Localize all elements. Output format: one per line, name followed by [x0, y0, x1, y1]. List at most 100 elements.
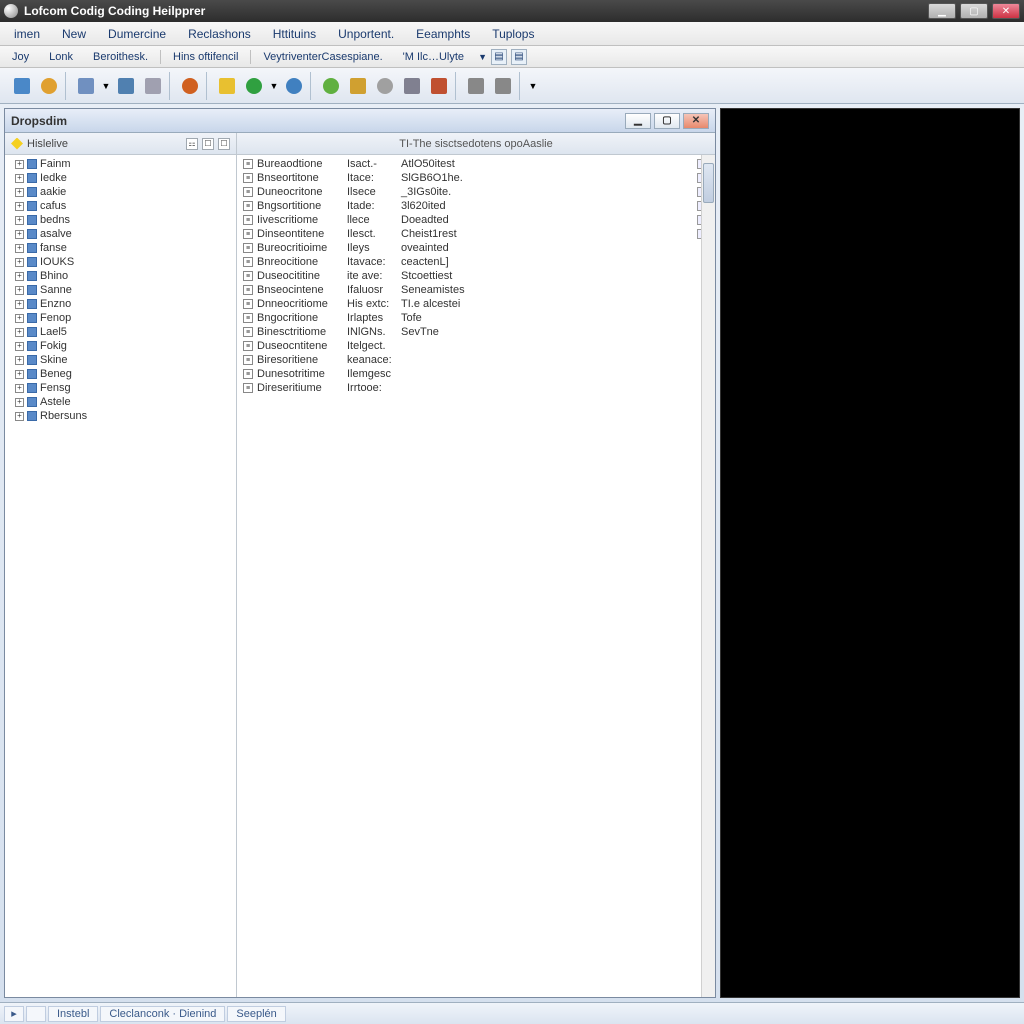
list-row[interactable]: ≡BinesctritiomeINlGNs.SevTne: [237, 325, 715, 339]
toolbar-btn-chart-icon[interactable]: [427, 74, 451, 98]
tree-item[interactable]: +Fainm: [5, 157, 236, 171]
expand-icon[interactable]: +: [15, 356, 24, 365]
expand-icon[interactable]: +: [15, 258, 24, 267]
expand-icon[interactable]: +: [15, 230, 24, 239]
menu-item-3[interactable]: Reclashons: [178, 24, 261, 44]
tree-item[interactable]: +Bhino: [5, 269, 236, 283]
minimize-button[interactable]: ▁: [928, 3, 956, 19]
menu-item-2[interactable]: Dumercine: [98, 24, 176, 44]
tree-item[interactable]: +Rbersuns: [5, 409, 236, 423]
link-item-4[interactable]: VeytriventerCasespiane.: [255, 49, 390, 65]
tree-tool-pin-icon[interactable]: ⚏: [186, 138, 198, 150]
expand-icon[interactable]: +: [15, 300, 24, 309]
toolbar-btn-gray-ball-icon[interactable]: [373, 74, 397, 98]
child-maximize-button[interactable]: ▢: [654, 113, 680, 129]
tree-item[interactable]: +bedns: [5, 213, 236, 227]
list-row[interactable]: ≡DuneocritoneIlsece_3IGs0ite.: [237, 185, 715, 199]
link-iconbtn-a[interactable]: ▤: [491, 49, 507, 65]
dropdown-arrow-icon[interactable]: ▼: [478, 52, 487, 62]
toolbar-btn-doc-icon[interactable]: [10, 74, 34, 98]
close-button[interactable]: ✕: [992, 3, 1020, 19]
expand-icon[interactable]: +: [15, 412, 24, 421]
menu-item-5[interactable]: Unportent.: [328, 24, 404, 44]
tree-item[interactable]: +Fenop: [5, 311, 236, 325]
tree-item[interactable]: +Beneg: [5, 367, 236, 381]
toolbar-btn-folder-icon[interactable]: [346, 74, 370, 98]
link-item-0[interactable]: Joy: [4, 49, 37, 65]
tree-item[interactable]: +fanse: [5, 241, 236, 255]
expand-icon[interactable]: +: [15, 398, 24, 407]
list-row[interactable]: ≡DunesotritimeIlemgesc: [237, 367, 715, 381]
status-icon[interactable]: ▸: [4, 1006, 24, 1022]
expand-icon[interactable]: +: [15, 342, 24, 351]
tree-item[interactable]: +Fokig: [5, 339, 236, 353]
tree-item[interactable]: +Lael5: [5, 325, 236, 339]
status-cell-2[interactable]: Seeplén: [227, 1006, 285, 1022]
expand-icon[interactable]: +: [15, 174, 24, 183]
status-cell-1[interactable]: Cleclanconk · Dienind: [100, 1006, 225, 1022]
menu-item-6[interactable]: Eeamphts: [406, 24, 480, 44]
tree-item[interactable]: +Sanne: [5, 283, 236, 297]
scrollbar-thumb[interactable]: [703, 163, 714, 203]
expand-icon[interactable]: +: [15, 328, 24, 337]
toolbar-dropdown-icon[interactable]: ▼: [269, 81, 279, 91]
toolbar-btn-vbar1-icon[interactable]: [464, 74, 488, 98]
tree-item[interactable]: +Fensg: [5, 381, 236, 395]
link-item-3[interactable]: Hins oftifencil: [165, 49, 246, 65]
list-row[interactable]: ≡DuseocntiteneItelgect.: [237, 339, 715, 353]
tree-item[interactable]: +Iedke: [5, 171, 236, 185]
tree-item[interactable]: +cafus: [5, 199, 236, 213]
toolbar-btn-globe-icon[interactable]: [37, 74, 61, 98]
child-close-button[interactable]: ✕: [683, 113, 709, 129]
list-row[interactable]: ≡BngsortitioneItade:3l620ited: [237, 199, 715, 213]
expand-icon[interactable]: +: [15, 314, 24, 323]
tree-item[interactable]: +Enzno: [5, 297, 236, 311]
tree-item[interactable]: +Skine: [5, 353, 236, 367]
expand-icon[interactable]: +: [15, 384, 24, 393]
menu-item-0[interactable]: imen: [4, 24, 50, 44]
list-row[interactable]: ≡DinseontiteneIlesct.Cheist1rest: [237, 227, 715, 241]
toolbar-btn-tool-icon[interactable]: [400, 74, 424, 98]
expand-icon[interactable]: +: [15, 216, 24, 225]
expand-icon[interactable]: +: [15, 160, 24, 169]
toolbar-btn-pen-icon[interactable]: [141, 74, 165, 98]
list-row[interactable]: ≡Biresoritienekeanace:: [237, 353, 715, 367]
link-iconbtn-b[interactable]: ▤: [511, 49, 527, 65]
link-item-1[interactable]: Lonk: [41, 49, 81, 65]
toolbar-dropdown-icon[interactable]: ▼: [528, 81, 538, 91]
list-row[interactable]: ≡BnseortitoneItace:SlGB6O1he.: [237, 171, 715, 185]
list-row[interactable]: ≡DireseritiumeIrrtooe:: [237, 381, 715, 395]
link-item-2[interactable]: Beroithesk.: [85, 49, 156, 65]
tree-item[interactable]: +asalve: [5, 227, 236, 241]
toolbar-dropdown-icon[interactable]: ▼: [101, 81, 111, 91]
toolbar-btn-blue-circle-icon[interactable]: [282, 74, 306, 98]
expand-icon[interactable]: +: [15, 244, 24, 253]
menu-item-7[interactable]: Tuplops: [482, 24, 544, 44]
expand-icon[interactable]: +: [15, 370, 24, 379]
menu-item-4[interactable]: Httituins: [263, 24, 326, 44]
toolbar-btn-page-icon[interactable]: [74, 74, 98, 98]
menu-item-1[interactable]: New: [52, 24, 96, 44]
list-row[interactable]: ≡DnneocritiomeHis extc:TI.e alcestei: [237, 297, 715, 311]
toolbar-btn-calc-icon[interactable]: [114, 74, 138, 98]
tree-tool-box-icon[interactable]: ☐: [218, 138, 230, 150]
link-item-5[interactable]: 'M Ilc…Ulyte: [395, 49, 472, 65]
status-cell-0[interactable]: Instebl: [48, 1006, 98, 1022]
tree-item[interactable]: +Astele: [5, 395, 236, 409]
list-row[interactable]: ≡IivescritiomelleceDoeadted: [237, 213, 715, 227]
expand-icon[interactable]: +: [15, 272, 24, 281]
list-row[interactable]: ≡BureocritioimeIleysoveainted: [237, 241, 715, 255]
tree-item[interactable]: +aakie: [5, 185, 236, 199]
expand-icon[interactable]: +: [15, 188, 24, 197]
list-row[interactable]: ≡BngocritioneIrlaptesTofe: [237, 311, 715, 325]
toolbar-btn-green-circle-icon[interactable]: [242, 74, 266, 98]
list-row[interactable]: ≡BureaodtioneIsact.-AtlO50itest: [237, 157, 715, 171]
expand-icon[interactable]: +: [15, 286, 24, 295]
child-minimize-button[interactable]: ▁: [625, 113, 651, 129]
list-row[interactable]: ≡BnreocitioneItavace:ceactenL]: [237, 255, 715, 269]
toolbar-btn-circle-icon[interactable]: [178, 74, 202, 98]
toolbar-btn-yellow-box-icon[interactable]: [215, 74, 239, 98]
toolbar-btn-vbar2-icon[interactable]: [491, 74, 515, 98]
scrollbar-track[interactable]: [701, 155, 715, 997]
expand-icon[interactable]: +: [15, 202, 24, 211]
